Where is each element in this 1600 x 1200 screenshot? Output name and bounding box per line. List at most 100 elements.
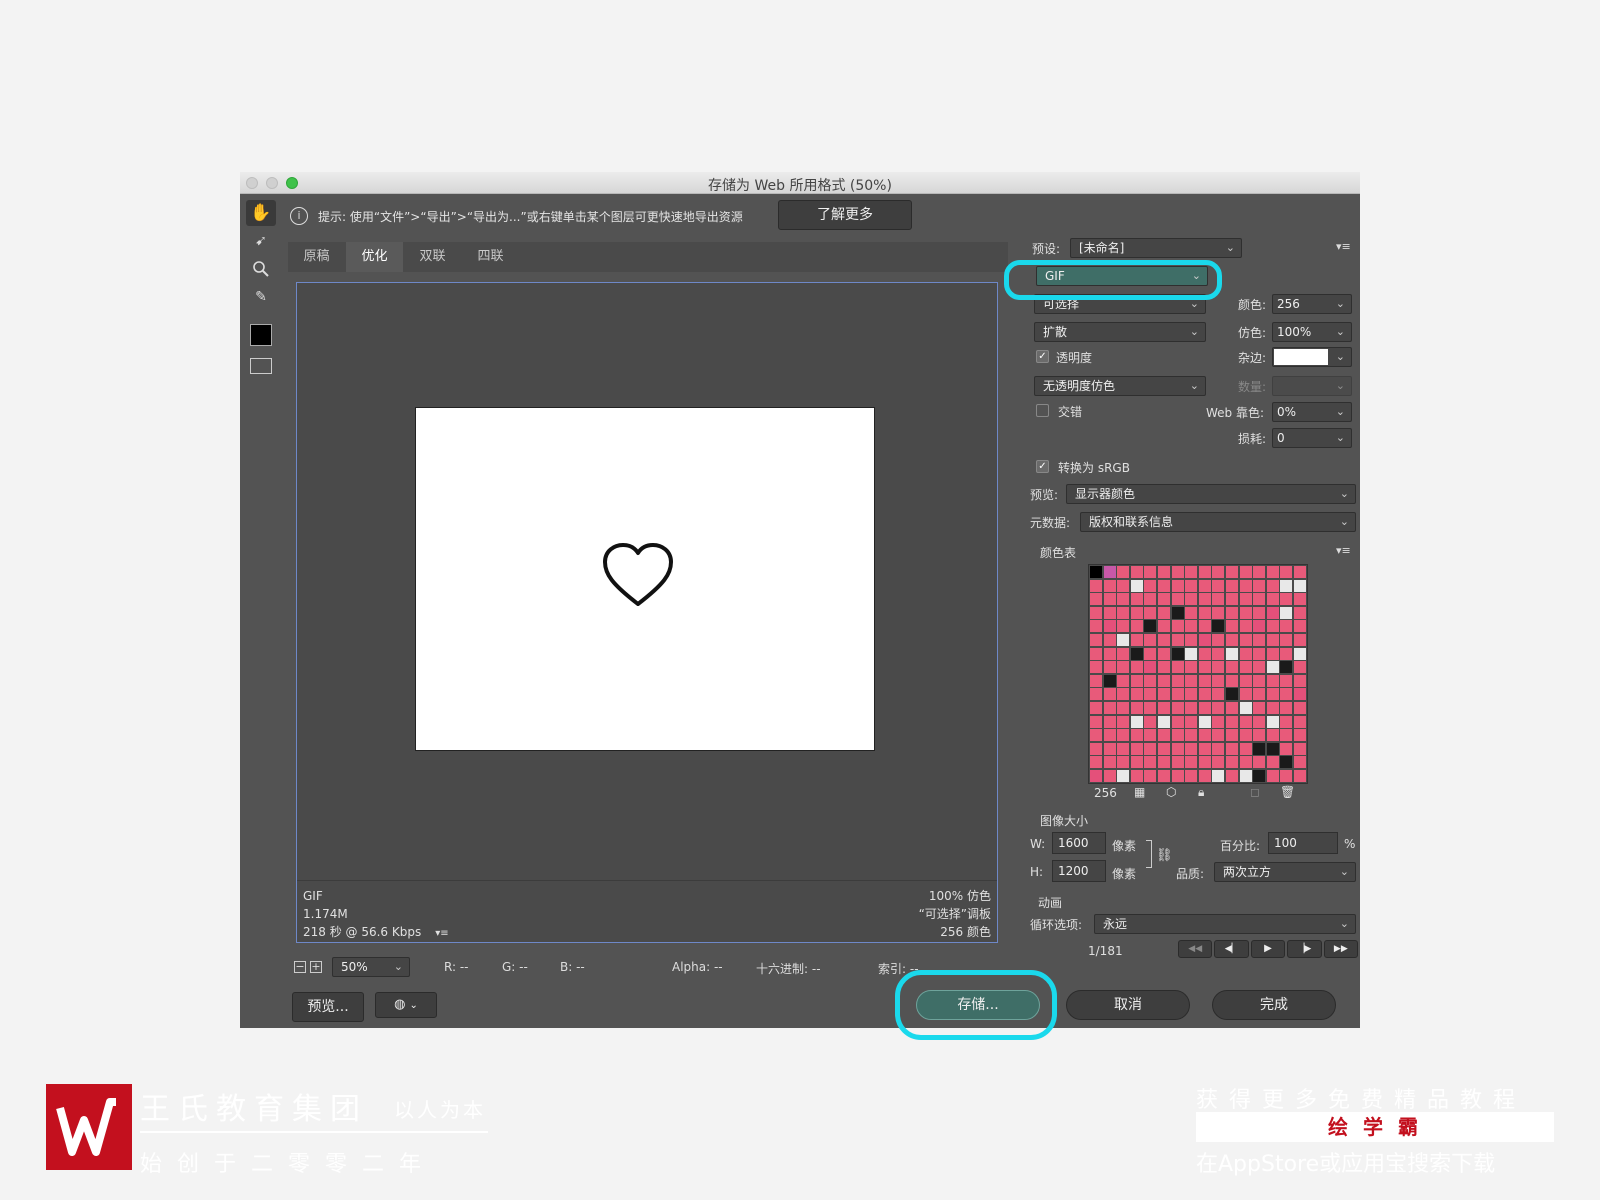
- hand-icon[interactable]: ✋: [246, 200, 276, 226]
- color-swatch-cell[interactable]: [1239, 634, 1252, 646]
- color-swatch-cell[interactable]: [1253, 688, 1266, 701]
- color-swatch-cell[interactable]: [1294, 606, 1306, 619]
- color-swatch-cell[interactable]: [1103, 661, 1116, 674]
- color-swatch-cell[interactable]: [1144, 674, 1157, 687]
- map-transparent-icon[interactable]: ▦: [1134, 785, 1145, 799]
- color-swatch-cell[interactable]: [1212, 620, 1225, 633]
- color-swatch-cell[interactable]: [1239, 756, 1252, 769]
- color-swatch-cell[interactable]: [1171, 620, 1184, 633]
- color-swatch-cell[interactable]: [1198, 579, 1211, 592]
- color-swatch-cell[interactable]: [1280, 661, 1293, 674]
- color-swatch-cell[interactable]: [1185, 688, 1198, 701]
- color-swatch-cell[interactable]: [1253, 715, 1266, 728]
- color-swatch-cell[interactable]: [1090, 702, 1102, 714]
- color-swatch-cell[interactable]: [1198, 620, 1211, 633]
- browser-preview-button[interactable]: ◍ ⌄: [375, 992, 437, 1018]
- colors-select[interactable]: 256 ⌄: [1272, 294, 1352, 314]
- color-swatch-cell[interactable]: [1239, 715, 1252, 728]
- color-swatch-cell[interactable]: [1090, 647, 1102, 660]
- color-swatch-cell[interactable]: [1103, 715, 1116, 728]
- color-swatch-cell[interactable]: [1226, 606, 1238, 619]
- new-color-icon[interactable]: ◻: [1250, 785, 1260, 799]
- color-swatch-cell[interactable]: [1294, 647, 1306, 660]
- next-frame-icon[interactable]: ▕▶: [1287, 940, 1322, 958]
- dither-algo-select[interactable]: 扩散 ⌄: [1034, 322, 1206, 342]
- color-swatch-cell[interactable]: [1185, 661, 1198, 674]
- color-swatch-cell[interactable]: [1226, 647, 1238, 660]
- color-swatch-cell[interactable]: [1103, 756, 1116, 769]
- color-swatch-cell[interactable]: [1090, 715, 1102, 728]
- learn-more-button[interactable]: 了解更多: [778, 200, 912, 230]
- convert-srgb-checkbox[interactable]: ✓: [1036, 460, 1049, 473]
- color-swatch-cell[interactable]: [1185, 579, 1198, 592]
- color-swatch-cell[interactable]: [1239, 688, 1252, 701]
- color-swatch-cell[interactable]: [1103, 647, 1116, 660]
- color-swatch-cell[interactable]: [1280, 620, 1293, 633]
- color-swatch-cell[interactable]: [1130, 593, 1143, 606]
- done-button[interactable]: 完成: [1212, 990, 1336, 1020]
- color-swatch-cell[interactable]: [1253, 579, 1266, 592]
- color-swatch-cell[interactable]: [1253, 634, 1266, 646]
- color-swatch-cell[interactable]: [1158, 674, 1170, 687]
- color-swatch-cell[interactable]: [1226, 674, 1238, 687]
- transparency-checkbox[interactable]: ✓: [1036, 350, 1049, 363]
- color-swatch-cell[interactable]: [1226, 634, 1238, 646]
- color-swatch-cell[interactable]: [1117, 634, 1130, 646]
- color-swatch-cell[interactable]: [1280, 756, 1293, 769]
- color-swatch-cell[interactable]: [1158, 742, 1170, 755]
- color-swatch-cell[interactable]: [1226, 715, 1238, 728]
- color-swatch-cell[interactable]: [1212, 674, 1225, 687]
- color-swatch-cell[interactable]: [1158, 566, 1170, 578]
- color-swatch-cell[interactable]: [1144, 593, 1157, 606]
- color-swatch-cell[interactable]: [1185, 756, 1198, 769]
- percent-input[interactable]: 100: [1268, 832, 1338, 854]
- color-swatch-cell[interactable]: [1280, 715, 1293, 728]
- color-swatch-cell[interactable]: [1130, 702, 1143, 714]
- color-swatch-cell[interactable]: [1090, 606, 1102, 619]
- color-swatch-cell[interactable]: [1239, 579, 1252, 592]
- color-swatch-cell[interactable]: [1185, 647, 1198, 660]
- color-swatch-cell[interactable]: [1226, 729, 1238, 742]
- color-swatch-cell[interactable]: [1144, 715, 1157, 728]
- color-swatch-cell[interactable]: [1239, 606, 1252, 619]
- color-swatch-cell[interactable]: [1103, 770, 1116, 782]
- color-swatch-cell[interactable]: [1090, 688, 1102, 701]
- color-swatch-cell[interactable]: [1226, 688, 1238, 701]
- color-swatch-cell[interactable]: [1117, 742, 1130, 755]
- color-swatch-cell[interactable]: [1158, 620, 1170, 633]
- color-swatch-cell[interactable]: [1144, 770, 1157, 782]
- color-swatch-cell[interactable]: [1239, 702, 1252, 714]
- color-swatch-cell[interactable]: [1198, 715, 1211, 728]
- trash-icon[interactable]: 🗑︎: [1280, 785, 1295, 799]
- color-swatch-cell[interactable]: [1117, 620, 1130, 633]
- color-swatch-cell[interactable]: [1212, 702, 1225, 714]
- preset-select[interactable]: [未命名] ⌄: [1070, 238, 1242, 258]
- color-swatch-cell[interactable]: [1253, 674, 1266, 687]
- color-swatch-cell[interactable]: [1253, 593, 1266, 606]
- color-swatch-cell[interactable]: [1294, 620, 1306, 633]
- color-swatch-cell[interactable]: [1266, 715, 1279, 728]
- color-swatch-cell[interactable]: [1294, 593, 1306, 606]
- color-swatch-cell[interactable]: [1239, 566, 1252, 578]
- color-swatch-cell[interactable]: [1130, 579, 1143, 592]
- quality-select[interactable]: 两次立方 ⌄: [1214, 862, 1356, 882]
- color-swatch-cell[interactable]: [1239, 742, 1252, 755]
- color-swatch-cell[interactable]: [1103, 634, 1116, 646]
- zoom-select[interactable]: 50% ⌄: [332, 957, 410, 977]
- color-swatch-cell[interactable]: [1212, 742, 1225, 755]
- color-swatch-cell[interactable]: [1226, 566, 1238, 578]
- color-swatch-cell[interactable]: [1130, 566, 1143, 578]
- color-swatch-cell[interactable]: [1266, 674, 1279, 687]
- color-swatch-cell[interactable]: [1144, 688, 1157, 701]
- color-swatch-cell[interactable]: [1090, 756, 1102, 769]
- color-swatch-cell[interactable]: [1253, 702, 1266, 714]
- color-swatch-cell[interactable]: [1239, 620, 1252, 633]
- color-swatch-cell[interactable]: [1266, 566, 1279, 578]
- color-swatch-cell[interactable]: [1280, 702, 1293, 714]
- color-swatch-cell[interactable]: [1198, 566, 1211, 578]
- color-swatch-cell[interactable]: [1266, 702, 1279, 714]
- color-swatch-cell[interactable]: [1144, 742, 1157, 755]
- color-swatch-cell[interactable]: [1239, 593, 1252, 606]
- color-swatch-cell[interactable]: [1185, 634, 1198, 646]
- color-swatch-cell[interactable]: [1253, 756, 1266, 769]
